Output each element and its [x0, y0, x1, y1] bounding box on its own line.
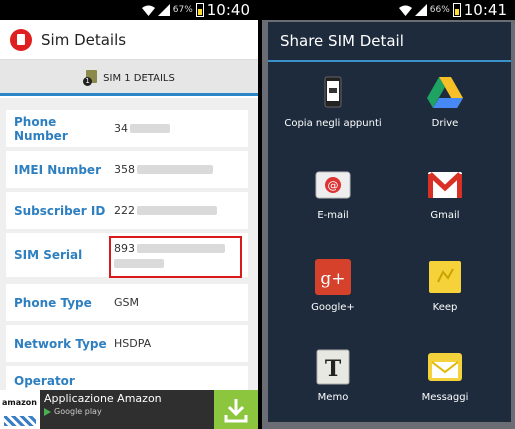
svg-text:T: T: [325, 356, 342, 382]
row-label: Phone Type: [14, 295, 92, 310]
share-option-drive[interactable]: Drive: [390, 74, 500, 130]
battery-percent: 67%: [172, 5, 193, 15]
app-bar: Sim Details: [0, 20, 258, 60]
sim-badge: 1: [83, 77, 93, 86]
google-play-icon: [44, 407, 51, 416]
wifi-icon: [398, 5, 412, 16]
dialog-title: Share SIM Detail: [280, 32, 404, 50]
download-icon: [224, 398, 248, 422]
row-imei-number[interactable]: IMEI Number 358: [6, 151, 248, 188]
wifi-icon: [141, 5, 155, 16]
app-logo-icon: [10, 28, 32, 51]
redaction-blur: [137, 165, 213, 174]
row-value: GSM: [114, 296, 139, 309]
download-button[interactable]: [214, 390, 258, 429]
row-subscriber-id[interactable]: Subscriber ID 222: [6, 192, 248, 229]
status-bar: 67% 10:40: [0, 0, 258, 20]
signal-icon: [157, 4, 170, 16]
row-label: SIM Serial: [14, 248, 83, 262]
share-option-email[interactable]: @ E-mail: [278, 166, 388, 222]
row-network-type[interactable]: Network Type HSDPA: [6, 325, 248, 362]
drive-icon: [426, 74, 464, 112]
row-label: IMEI Number: [14, 162, 101, 177]
gmail-icon: [426, 166, 464, 204]
row-value: HSDPA: [114, 337, 152, 350]
right-phone-screen: 66% 10:41 Share SIM Detail Copia negli a…: [262, 0, 515, 429]
sim-card-icon: 1: [83, 70, 99, 86]
dialog-header: Share SIM Detail: [268, 22, 511, 62]
row-value: 358: [114, 163, 213, 176]
amazon-logo-icon: amazon: [0, 390, 40, 429]
share-option-messages[interactable]: Messaggi: [390, 348, 500, 404]
highlight-annotation: [109, 236, 242, 278]
clipboard-icon: [314, 74, 352, 112]
svg-text:g+: g+: [320, 269, 345, 289]
row-label: Operator: [14, 374, 75, 388]
left-phone-screen: 67% 10:40 Sim Details 1 SIM 1 DETAILS Ph…: [0, 0, 258, 429]
row-label: Network Type: [14, 336, 107, 351]
share-dialog: Share SIM Detail Copia negli appunti Dri…: [268, 22, 511, 422]
svg-text:@: @: [328, 179, 339, 192]
row-phone-number[interactable]: Phone Number 34: [6, 110, 248, 147]
row-label: Phone Number: [14, 114, 68, 143]
app-title: Sim Details: [41, 30, 127, 49]
tab-indicator: [0, 93, 258, 96]
battery-icon: [195, 3, 204, 17]
share-option-gmail[interactable]: Gmail: [390, 166, 500, 222]
share-option-keep[interactable]: Keep: [390, 258, 500, 314]
clock: 10:41: [463, 1, 507, 19]
screenshot-root: 67% 10:40 Sim Details 1 SIM 1 DETAILS Ph…: [0, 0, 515, 429]
google-plus-icon: g+: [314, 258, 352, 296]
tab-sim-1-details[interactable]: 1 SIM 1 DETAILS: [0, 60, 258, 96]
signal-icon: [414, 4, 427, 16]
row-phone-type[interactable]: Phone Type GSM: [6, 284, 248, 321]
battery-percent: 66%: [429, 5, 450, 15]
messages-icon: [426, 348, 464, 386]
share-option-memo[interactable]: T Memo: [278, 348, 388, 404]
email-icon: @: [314, 166, 352, 204]
clock: 10:40: [206, 1, 250, 19]
google-play-badge: Google play: [44, 407, 102, 416]
tab-label: SIM 1 DETAILS: [103, 72, 175, 84]
share-option-google-plus[interactable]: g+ Google+: [278, 258, 388, 314]
row-value: 34: [114, 122, 170, 135]
row-value: 222: [114, 204, 217, 217]
redaction-blur: [137, 206, 217, 215]
status-bar: 66% 10:41: [262, 0, 515, 20]
battery-icon: [452, 3, 461, 17]
row-label: Subscriber ID: [14, 203, 106, 218]
ad-banner[interactable]: amazon Applicazione Amazon Google play: [0, 390, 258, 429]
ad-title: Applicazione Amazon: [44, 392, 162, 405]
memo-icon: T: [314, 348, 352, 386]
redaction-blur: [130, 124, 170, 133]
keep-icon: [426, 258, 464, 296]
share-option-clipboard[interactable]: Copia negli appunti: [278, 74, 388, 130]
